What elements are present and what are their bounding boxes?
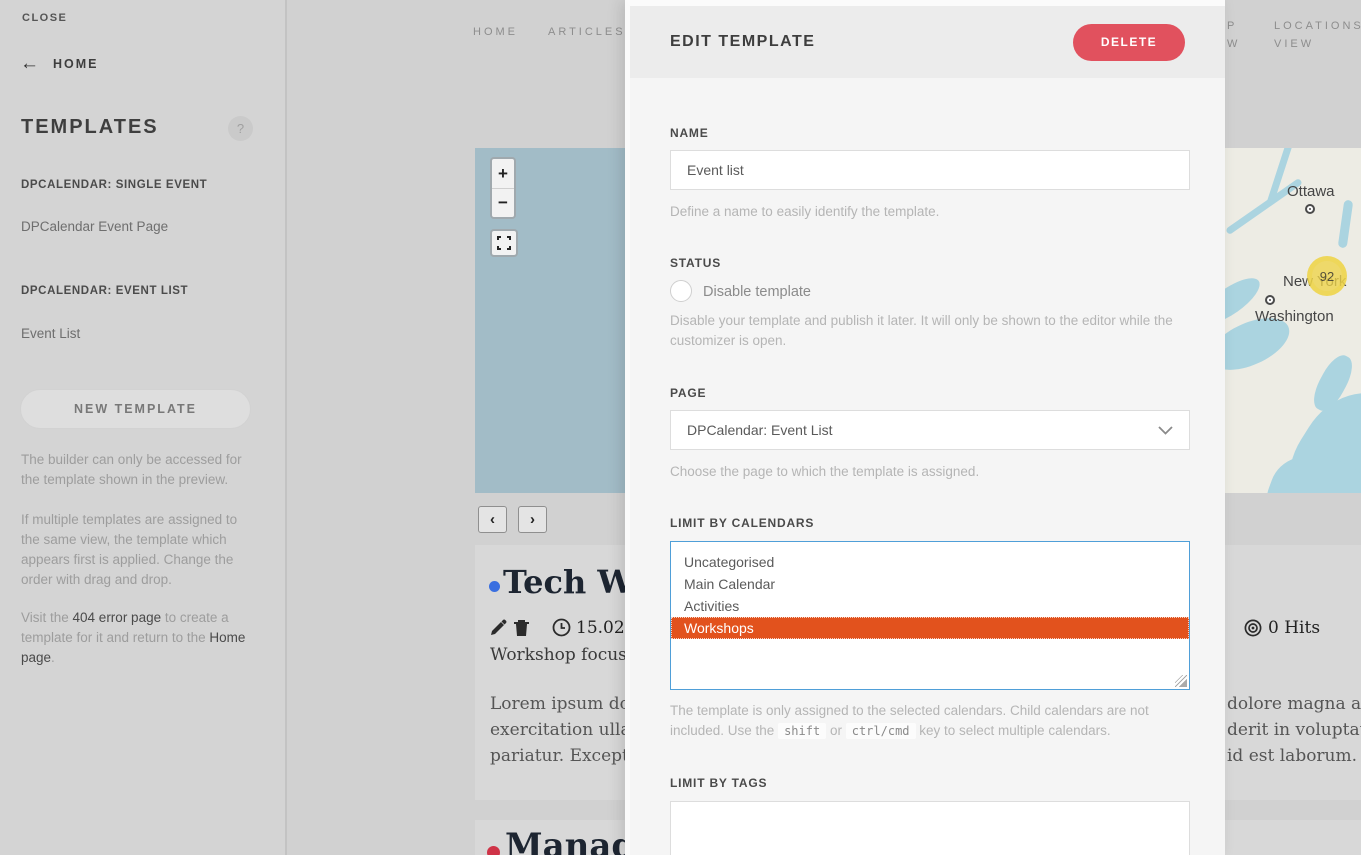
limit-by-tags-label: LIMIT BY TAGS [670,776,767,790]
map-zoom-in-button[interactable]: + [492,159,514,188]
nav-locations-line1: LOCATIONS [1274,17,1361,35]
event-body-text-right: dolore magna aliqu derit in voluptate v … [1227,691,1361,769]
map-label-ottawa: Ottawa [1287,183,1335,200]
sidebar-note-template-order: If multiple templates are assigned to th… [21,510,255,590]
limit-by-calendars-label: LIMIT BY CALENDARS [670,516,814,530]
edit-template-title: EDIT TEMPLATE [670,33,815,51]
sidebar-note-builder-access: The builder can only be accessed for the… [21,450,255,490]
event-bullet-icon [487,846,500,855]
help-text: or [826,723,846,738]
note-text: . [51,650,55,665]
chevron-down-icon [1158,426,1173,435]
sidebar-note-404: Visit the 404 error page to create a tem… [21,608,255,668]
shift-key-badge: shift [778,723,826,739]
trash-icon[interactable] [513,619,530,642]
status-label: STATUS [670,256,721,270]
pagination-prev-button[interactable]: ‹ [478,506,507,533]
close-button[interactable]: CLOSE [22,12,67,24]
help-icon[interactable]: ? [228,116,253,141]
edit-pencil-icon[interactable] [489,619,507,642]
event-body-line: derit in voluptate v [1227,717,1361,743]
name-label: NAME [670,126,709,140]
name-input[interactable]: Event list [670,150,1190,190]
section-heading-single-event: DPCALENDAR: SINGLE EVENT [21,179,207,191]
page-select-value: DPCalendar: Event List [687,422,833,438]
listbox-resize-handle[interactable] [1175,675,1187,687]
nav-item-home[interactable]: HOME [473,26,518,38]
delete-button[interactable]: DELETE [1073,24,1185,61]
calendar-option[interactable]: Uncategorised [671,551,1189,573]
event-hits: 0 Hits [1268,618,1320,638]
customizer-sidebar: CLOSE ← HOME TEMPLATES ? DPCALENDAR: SIN… [0,0,287,855]
calendar-option[interactable]: Main Calendar [671,573,1189,595]
calendars-listbox[interactable]: Uncategorised Main Calendar Activities W… [670,541,1190,690]
calendar-option[interactable]: Activities [671,595,1189,617]
name-help-text: Define a name to easily identify the tem… [670,202,1192,222]
fullscreen-icon [497,236,511,250]
nav-item-articles[interactable]: ARTICLES [548,26,626,38]
nav-truncated-line1: P [1227,17,1240,35]
event-body-line: dolore magna aliqu [1227,691,1361,717]
map-marker-ottawa[interactable] [1305,204,1315,214]
nav-locations-line2: VIEW [1274,35,1361,53]
back-arrow-icon: ← [20,54,39,73]
sidebar-item-dpcalendar-event-page[interactable]: DPCalendar Event Page [21,219,168,234]
nav-item-map-view-truncated[interactable]: P W [1227,17,1240,53]
disable-template-label[interactable]: Disable template [703,284,811,300]
map-fullscreen-button[interactable] [490,229,518,257]
map-zoom-control: + − [490,157,516,219]
page-select[interactable]: DPCalendar: Event List [670,410,1190,450]
calendars-help-text: The template is only assigned to the sel… [670,701,1192,741]
help-text: key to select multiple calendars. [916,723,1111,738]
nav-item-locations-view[interactable]: LOCATIONS VIEW [1274,17,1361,53]
edit-template-panel: EDIT TEMPLATE DELETE NAME Event list Def… [625,0,1225,855]
ctrl-cmd-key-badge: ctrl/cmd [846,723,916,739]
page-label: PAGE [670,386,706,400]
nav-truncated-line2: W [1227,35,1240,53]
status-help-text: Disable your template and publish it lat… [670,311,1192,351]
sidebar-home-label: HOME [53,57,99,71]
calendar-option-selected[interactable]: Workshops [671,617,1189,639]
sidebar-item-event-list[interactable]: Event List [21,326,80,341]
map-zoom-out-button[interactable]: − [492,188,514,217]
page-help-text: Choose the page to which the template is… [670,462,1192,482]
disable-template-checkbox[interactable] [670,280,692,302]
map-water-lake [1338,200,1354,249]
edit-template-header: EDIT TEMPLATE DELETE [630,6,1225,78]
map-canvas-left[interactable]: + − [475,148,625,493]
map-marker-washington[interactable] [1265,295,1275,305]
template-customizer: HOME ARTICLES P W LOCATIONS VIEW + − Ott… [0,0,1361,855]
clock-icon [552,618,571,642]
event-body-line: id est laborum. [1227,743,1361,769]
map-label-washington: Washington [1255,308,1334,325]
pagination-next-button[interactable]: › [518,506,547,533]
tags-input[interactable] [670,801,1190,855]
map-cluster-marker[interactable]: 92 [1307,256,1347,296]
event-title[interactable]: Tech W [503,563,633,601]
section-heading-event-list: DPCALENDAR: EVENT LIST [21,285,188,297]
event-bullet-icon [489,581,500,592]
link-404-error-page[interactable]: 404 error page [73,610,162,625]
note-text: Visit the [21,610,73,625]
sidebar-title: TEMPLATES [21,116,159,139]
new-template-button[interactable]: NEW TEMPLATE [20,389,251,429]
map-canvas-right[interactable]: Ottawa New York 92 Washington [1225,148,1361,493]
hits-bullseye-icon [1244,619,1262,642]
sidebar-home-button[interactable]: ← HOME [20,54,99,73]
